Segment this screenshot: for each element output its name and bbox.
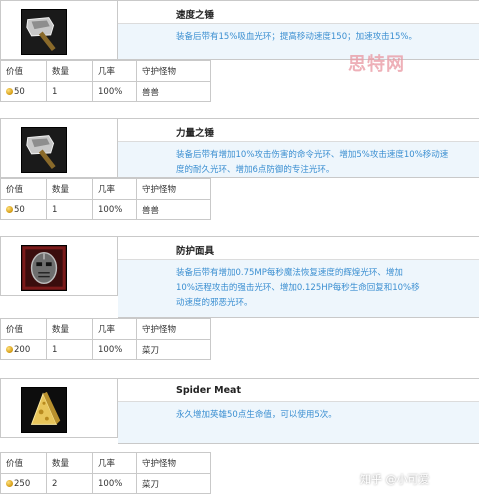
value-text: 250 xyxy=(14,478,31,489)
header-rate: 几率 xyxy=(92,318,137,340)
coin-icon xyxy=(6,205,13,213)
item-icon-cell xyxy=(0,378,118,438)
coin-icon xyxy=(6,87,13,95)
table-row: 50 1 100% 兽兽 xyxy=(0,81,211,102)
table-row: 200 1 100% 菜刀 xyxy=(0,339,211,360)
quantity-cell: 1 xyxy=(46,81,93,102)
rate-cell: 100% xyxy=(92,81,137,102)
header-quantity: 数量 xyxy=(46,60,93,82)
quantity-cell: 1 xyxy=(46,339,93,360)
item-description: 装备后带有增加0.75MP每秒魔法恢复速度的辉煌光环、增加10%远程攻击的强击光… xyxy=(176,268,420,308)
value-cell: 50 xyxy=(0,199,47,220)
coin-icon xyxy=(6,479,13,487)
mask-icon xyxy=(21,245,67,291)
zhihu-credit: 知乎 @小可爱 xyxy=(360,473,430,486)
cheese-icon xyxy=(21,387,67,433)
item-stats-table: 价值 数量 几率 守护怪物 50 1 100% 兽兽 xyxy=(0,178,211,220)
header-value: 价值 xyxy=(0,452,47,474)
item-header: Spider Meat 永久增加英雄50点生命值，可以使用5次。 xyxy=(0,378,479,444)
quantity-cell: 2 xyxy=(46,473,93,494)
site-watermark: 思特网 xyxy=(348,54,405,75)
guardian-cell: 兽兽 xyxy=(136,199,211,220)
item-name: 防护面具 xyxy=(176,246,215,257)
item-header: 速度之锤 装备后带有15%吸血光环；提高移动速度150；加速攻击15%。 xyxy=(0,0,479,60)
item-card: 力量之锤 装备后带有增加10%攻击伤害的命令光环、增加5%攻击速度10%移动速度… xyxy=(0,118,479,236)
guardian-cell: 兽兽 xyxy=(136,81,211,102)
item-name: Spider Meat xyxy=(176,385,241,396)
header-value: 价值 xyxy=(0,60,47,82)
value-text: 200 xyxy=(14,344,31,355)
rate-cell: 100% xyxy=(92,473,137,494)
hammer-icon xyxy=(21,127,67,173)
item-stats-table: 价值 数量 几率 守护怪物 50 1 100% 兽兽 xyxy=(0,60,211,102)
item-name-cell: 速度之锤 xyxy=(118,0,479,24)
table-header-row: 价值 数量 几率 守护怪物 xyxy=(0,318,211,340)
item-header: 防护面具 装备后带有增加0.75MP每秒魔法恢复速度的辉煌光环、增加10%远程攻… xyxy=(0,236,479,318)
header-value: 价值 xyxy=(0,178,47,200)
item-stats-table: 价值 数量 几率 守护怪物 200 1 100% 菜刀 xyxy=(0,318,211,360)
header-value: 价值 xyxy=(0,318,47,340)
header-guardian: 守护怪物 xyxy=(136,318,211,340)
item-description-cell: 永久增加英雄50点生命值，可以使用5次。 xyxy=(118,402,479,444)
item-description: 装备后带有增加10%攻击伤害的命令光环、增加5%攻击速度10%移动速度的耐久光环… xyxy=(176,150,449,175)
table-header-row: 价值 数量 几率 守护怪物 xyxy=(0,452,211,474)
item-header: 力量之锤 装备后带有增加10%攻击伤害的命令光环、增加5%攻击速度10%移动速度… xyxy=(0,118,479,178)
guardian-cell: 菜刀 xyxy=(136,339,211,360)
item-icon-cell xyxy=(0,236,118,296)
item-stats-table: 价值 数量 几率 守护怪物 250 2 100% 菜刀 xyxy=(0,452,211,494)
value-cell: 50 xyxy=(0,81,47,102)
header-quantity: 数量 xyxy=(46,452,93,474)
item-icon-cell xyxy=(0,118,118,178)
header-quantity: 数量 xyxy=(46,318,93,340)
item-description-cell: 装备后带有增加10%攻击伤害的命令光环、增加5%攻击速度10%移动速度的耐久光环… xyxy=(118,142,479,178)
item-card: 防护面具 装备后带有增加0.75MP每秒魔法恢复速度的辉煌光环、增加10%远程攻… xyxy=(0,236,479,360)
item-card: 速度之锤 装备后带有15%吸血光环；提高移动速度150；加速攻击15%。 价值 … xyxy=(0,0,479,118)
quantity-cell: 1 xyxy=(46,199,93,220)
header-guardian: 守护怪物 xyxy=(136,178,211,200)
item-description-cell: 装备后带有增加0.75MP每秒魔法恢复速度的辉煌光环、增加10%远程攻击的强击光… xyxy=(118,260,479,318)
rate-cell: 100% xyxy=(92,339,137,360)
item-icon-cell xyxy=(0,0,118,60)
item-name-cell: 力量之锤 xyxy=(118,118,479,142)
value-cell: 200 xyxy=(0,339,47,360)
item-description: 装备后带有15%吸血光环；提高移动速度150；加速攻击15%。 xyxy=(176,32,418,42)
item-name: 速度之锤 xyxy=(176,10,215,21)
guardian-cell: 菜刀 xyxy=(136,473,211,494)
item-description-cell: 装备后带有15%吸血光环；提高移动速度150；加速攻击15%。 xyxy=(118,24,479,60)
header-guardian: 守护怪物 xyxy=(136,452,211,474)
header-rate: 几率 xyxy=(92,452,137,474)
table-header-row: 价值 数量 几率 守护怪物 xyxy=(0,60,211,82)
value-cell: 250 xyxy=(0,473,47,494)
table-header-row: 价值 数量 几率 守护怪物 xyxy=(0,178,211,200)
header-rate: 几率 xyxy=(92,178,137,200)
item-name-cell: Spider Meat xyxy=(118,378,479,402)
value-text: 50 xyxy=(14,204,25,215)
table-row: 250 2 100% 菜刀 xyxy=(0,473,211,494)
item-name-cell: 防护面具 xyxy=(118,236,479,260)
coin-icon xyxy=(6,345,13,353)
hammer-icon xyxy=(21,9,67,55)
header-quantity: 数量 xyxy=(46,178,93,200)
table-row: 50 1 100% 兽兽 xyxy=(0,199,211,220)
rate-cell: 100% xyxy=(92,199,137,220)
header-guardian: 守护怪物 xyxy=(136,60,211,82)
item-name: 力量之锤 xyxy=(176,128,215,139)
header-rate: 几率 xyxy=(92,60,137,82)
value-text: 50 xyxy=(14,86,25,97)
item-description: 永久增加英雄50点生命值，可以使用5次。 xyxy=(176,410,337,420)
